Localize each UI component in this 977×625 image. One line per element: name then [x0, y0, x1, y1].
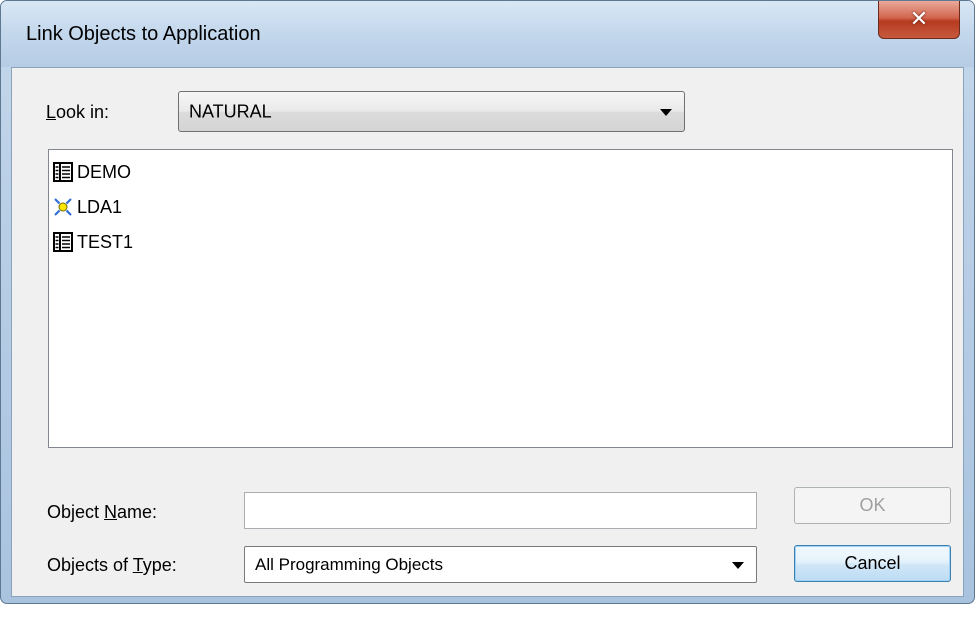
dialog-window: Link Objects to Application ✕ Look in: N… [0, 0, 975, 604]
objects-of-type-label-part2: ype: [142, 555, 177, 575]
look-in-dropdown[interactable]: NATURAL [178, 91, 685, 132]
dialog-body: Look in: NATURAL DEMO LDA1 TEST1 Object … [11, 67, 964, 597]
ok-button[interactable]: OK [794, 487, 951, 524]
data-area-icon [54, 198, 72, 216]
object-name-label-part1: Object [47, 502, 105, 522]
cancel-button[interactable]: Cancel [794, 545, 951, 582]
objects-list[interactable]: DEMO LDA1 TEST1 [48, 149, 953, 448]
objects-of-type-label: Objects of Type: [47, 555, 177, 575]
object-name-input[interactable] [244, 492, 757, 529]
list-item-label: DEMO [77, 161, 131, 182]
close-button[interactable]: ✕ [878, 1, 960, 39]
close-icon: ✕ [909, 7, 929, 32]
list-item[interactable]: LDA1 [53, 191, 122, 223]
list-item-label: TEST1 [77, 231, 134, 252]
chevron-down-icon [732, 561, 744, 569]
list-item[interactable]: TEST1 [53, 226, 133, 258]
title-bar[interactable]: Link Objects to Application ✕ [1, 1, 974, 67]
object-name-label: Object Name: [47, 502, 158, 522]
look-in-label-rest: ook in: [56, 102, 110, 122]
list-item-label: LDA1 [77, 196, 123, 217]
look-in-value: NATURAL [189, 101, 272, 121]
list-item[interactable]: DEMO [53, 156, 131, 188]
look-in-label: Look in: [46, 102, 110, 122]
program-icon [53, 232, 73, 252]
program-icon [53, 162, 73, 182]
objects-of-type-label-part1: Objects of [47, 555, 133, 575]
window-title: Link Objects to Application [26, 23, 261, 45]
chevron-down-icon [660, 108, 672, 116]
objects-of-type-dropdown[interactable]: All Programming Objects [244, 546, 757, 583]
objects-of-type-value: All Programming Objects [255, 554, 444, 574]
object-name-label-part2: ame: [117, 502, 158, 522]
